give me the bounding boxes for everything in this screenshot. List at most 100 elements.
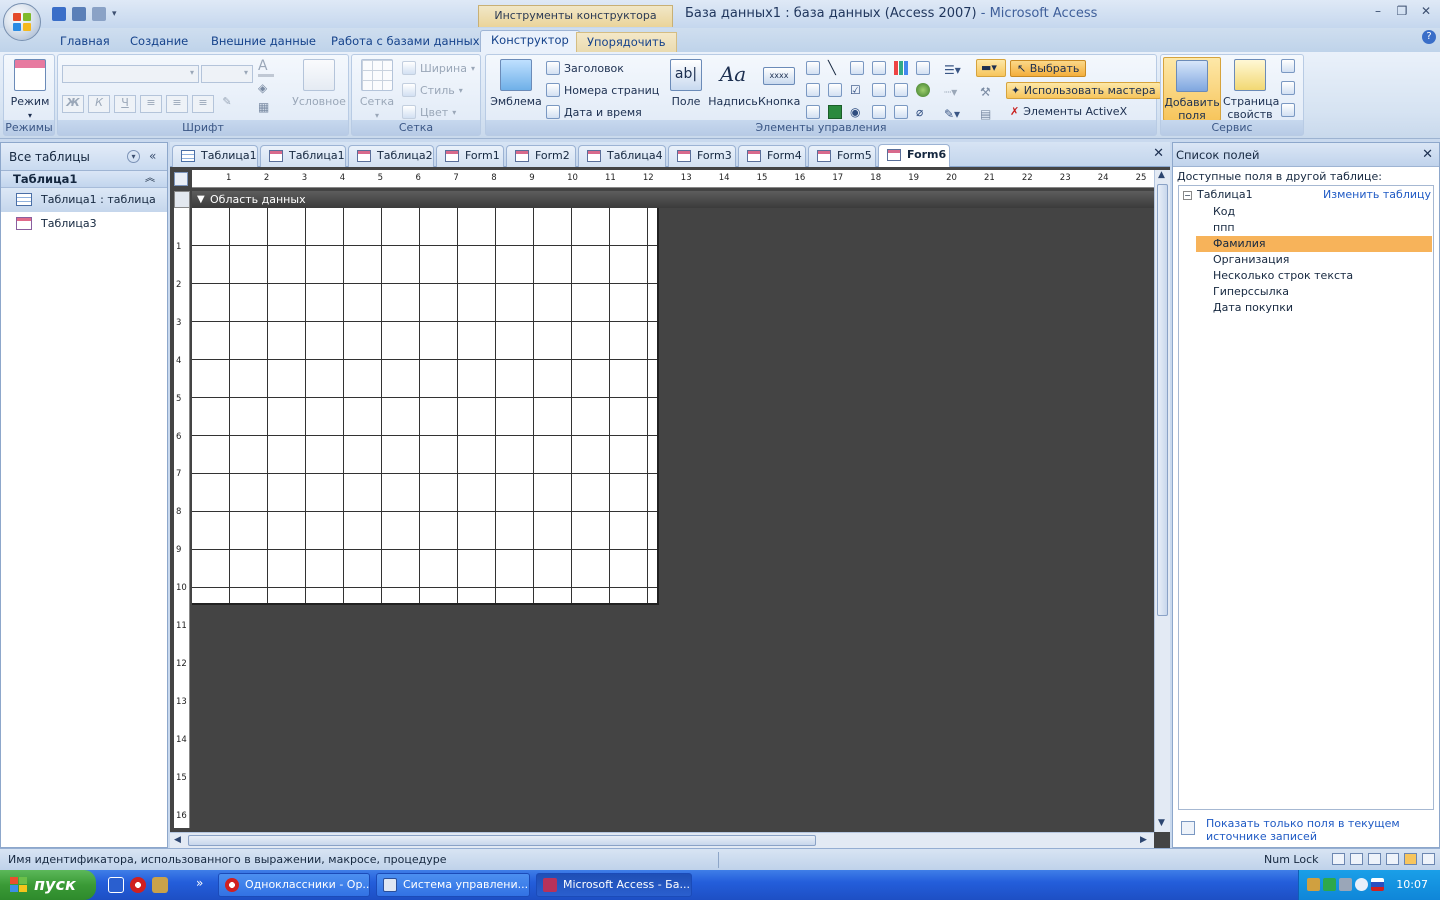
close-button[interactable]: ✕: [1416, 4, 1436, 18]
subform-icon[interactable]: [872, 105, 886, 119]
field-item[interactable]: Несколько строк текста: [1196, 268, 1432, 284]
hyperlink-icon[interactable]: [916, 83, 930, 97]
doc-tab-table1-form[interactable]: Таблица1: [260, 145, 346, 167]
set-control-defaults-icon[interactable]: ⚒: [980, 85, 991, 99]
gridline-icon[interactable]: ▦: [258, 100, 288, 118]
field-item[interactable]: Организация: [1196, 252, 1432, 268]
minimize-button[interactable]: –: [1368, 4, 1388, 18]
close-document-icon[interactable]: ✕: [1153, 146, 1164, 161]
edit-table-link[interactable]: Изменить таблицу: [1323, 188, 1431, 201]
line-thickness-icon[interactable]: ☰▾: [944, 63, 961, 77]
attachment-icon[interactable]: [894, 83, 908, 97]
tree-table-node[interactable]: − Таблица1: [1183, 188, 1253, 201]
pivot-chart-view-icon[interactable]: [1386, 853, 1399, 865]
tab-home[interactable]: Главная: [50, 32, 120, 52]
align-center-icon[interactable]: ≡: [166, 95, 188, 113]
task-button-access[interactable]: Microsoft Access - Ба...: [536, 873, 692, 897]
doc-tab-form5[interactable]: Form5: [808, 145, 876, 167]
view-code-icon[interactable]: [1281, 81, 1295, 95]
doc-tab-table1[interactable]: Таблица1: [172, 145, 258, 167]
customize-qat-icon[interactable]: ▾: [112, 9, 117, 19]
collapse-node-icon[interactable]: −: [1183, 191, 1192, 200]
gridline-width-button[interactable]: Ширина ▾: [402, 61, 475, 75]
detail-section-bar[interactable]: ▼ Область данных: [192, 191, 1154, 208]
text-box-button[interactable]: ab| Поле: [666, 57, 706, 108]
option-group-icon[interactable]: [806, 105, 820, 119]
scroll-right-icon[interactable]: ▶: [1140, 835, 1147, 845]
use-control-wizards-button[interactable]: ✦ Использовать мастера: [1006, 82, 1161, 99]
field-item[interactable]: Дата покупки: [1196, 300, 1432, 316]
gridline-color-button[interactable]: Цвет ▾: [402, 105, 456, 119]
italic-button[interactable]: К: [88, 95, 110, 113]
title-button[interactable]: Заголовок: [546, 61, 624, 75]
bold-button[interactable]: Ж: [62, 95, 84, 113]
nav-group-header[interactable]: Таблица1 ︽: [1, 171, 167, 188]
image-icon[interactable]: [894, 105, 908, 119]
task-button-system[interactable]: Система управлени...: [376, 873, 530, 897]
vertical-scrollbar[interactable]: ▲ ▼: [1154, 170, 1170, 832]
nav-dropdown-icon[interactable]: ▾: [127, 150, 140, 163]
vertical-scroll-thumb[interactable]: [1157, 184, 1168, 616]
pivot-table-view-icon[interactable]: [1368, 853, 1381, 865]
nav-header[interactable]: Все таблицы ▾ «: [1, 143, 167, 171]
special-effect-icon[interactable]: ▤: [980, 107, 991, 121]
resize-grip-icon[interactable]: [1422, 853, 1435, 865]
font-size-combo[interactable]: ▾: [201, 65, 253, 83]
rectangle-icon[interactable]: [828, 83, 842, 97]
close-field-list-icon[interactable]: ✕: [1422, 143, 1433, 167]
list-box-icon[interactable]: [806, 61, 820, 75]
format-painter-icon[interactable]: ✎: [218, 95, 236, 113]
save-icon[interactable]: [52, 7, 66, 21]
nav-collapse-icon[interactable]: «: [149, 149, 156, 163]
doc-tab-table4[interactable]: Таблица4: [578, 145, 666, 167]
form-design-grid[interactable]: [192, 208, 659, 605]
bound-object-icon[interactable]: [828, 105, 842, 119]
view-mode-button[interactable]: Режим ▾: [8, 57, 52, 122]
show-current-source-link[interactable]: Показать только поля в текущем источнике…: [1206, 817, 1438, 843]
network-icon[interactable]: [1323, 878, 1336, 891]
vertical-ruler[interactable]: 1 2 3 4 5 6 7 8 9 10 11 12 13 14 15 16: [174, 208, 190, 828]
undo-icon[interactable]: [72, 7, 86, 21]
line-icon[interactable]: ╲: [828, 61, 836, 76]
horizontal-ruler[interactable]: 1 2 3 4 5 6 7 8 9 10 11 12 13 14 15 16 17 18 19 20 21 22 23 24 2…: [192, 170, 1154, 188]
form-selector[interactable]: [174, 172, 188, 186]
start-button[interactable]: пуск: [0, 870, 96, 900]
tray-status-icon[interactable]: [1355, 878, 1368, 891]
doc-tab-form4[interactable]: Form4: [738, 145, 806, 167]
form-view-icon[interactable]: [1332, 853, 1345, 865]
nav-item-table3[interactable]: Таблица3: [1, 212, 167, 236]
toggle-button-icon[interactable]: [872, 61, 886, 75]
scroll-up-icon[interactable]: ▲: [1158, 170, 1165, 180]
paperclip-icon[interactable]: ⌀: [916, 105, 923, 119]
font-name-combo[interactable]: ▾: [62, 65, 199, 83]
add-existing-fields-button[interactable]: Добавить поля: [1163, 57, 1221, 122]
gridline-style-button[interactable]: Стиль ▾: [402, 83, 463, 97]
collapse-group-icon[interactable]: ︽: [145, 171, 155, 187]
command-button[interactable]: xxxx Кнопка: [758, 57, 800, 108]
date-time-button[interactable]: Дата и время: [546, 105, 642, 119]
office-button[interactable]: [3, 3, 41, 41]
activex-button[interactable]: ✗ Элементы ActiveX: [1010, 105, 1127, 118]
scroll-down-icon[interactable]: ▼: [1158, 818, 1165, 828]
tab-create[interactable]: Создание: [120, 32, 198, 52]
underline-button[interactable]: Ч: [114, 95, 136, 113]
fill-color-icon[interactable]: ◈: [258, 81, 288, 99]
option-button-icon[interactable]: ◉: [850, 105, 860, 119]
align-left-icon[interactable]: ≡: [140, 95, 162, 113]
tab-external-data[interactable]: Внешние данные: [201, 32, 326, 52]
line-type-icon[interactable]: ┈▾: [944, 85, 957, 99]
doc-tab-form6[interactable]: Form6: [878, 144, 950, 167]
insert-page-break-icon[interactable]: [916, 61, 930, 75]
tab-arrange[interactable]: Упорядочить: [576, 32, 677, 52]
help-icon[interactable]: ?: [1422, 30, 1436, 44]
horizontal-scrollbar[interactable]: ◀ ▶: [170, 832, 1154, 848]
quick-launch-tool-icon[interactable]: [152, 877, 168, 893]
tab-order-icon[interactable]: [1281, 59, 1295, 73]
conditional-format-button[interactable]: Условное: [292, 57, 346, 108]
doc-tab-form3[interactable]: Form3: [668, 145, 736, 167]
line-thickness-dropdown-icon[interactable]: ▬▾: [976, 59, 1006, 77]
tab-database-tools[interactable]: Работа с базами данных: [321, 32, 490, 52]
quick-launch-opera-icon[interactable]: [130, 877, 146, 893]
chart-icon[interactable]: [894, 61, 908, 75]
field-item[interactable]: Код: [1196, 204, 1432, 220]
